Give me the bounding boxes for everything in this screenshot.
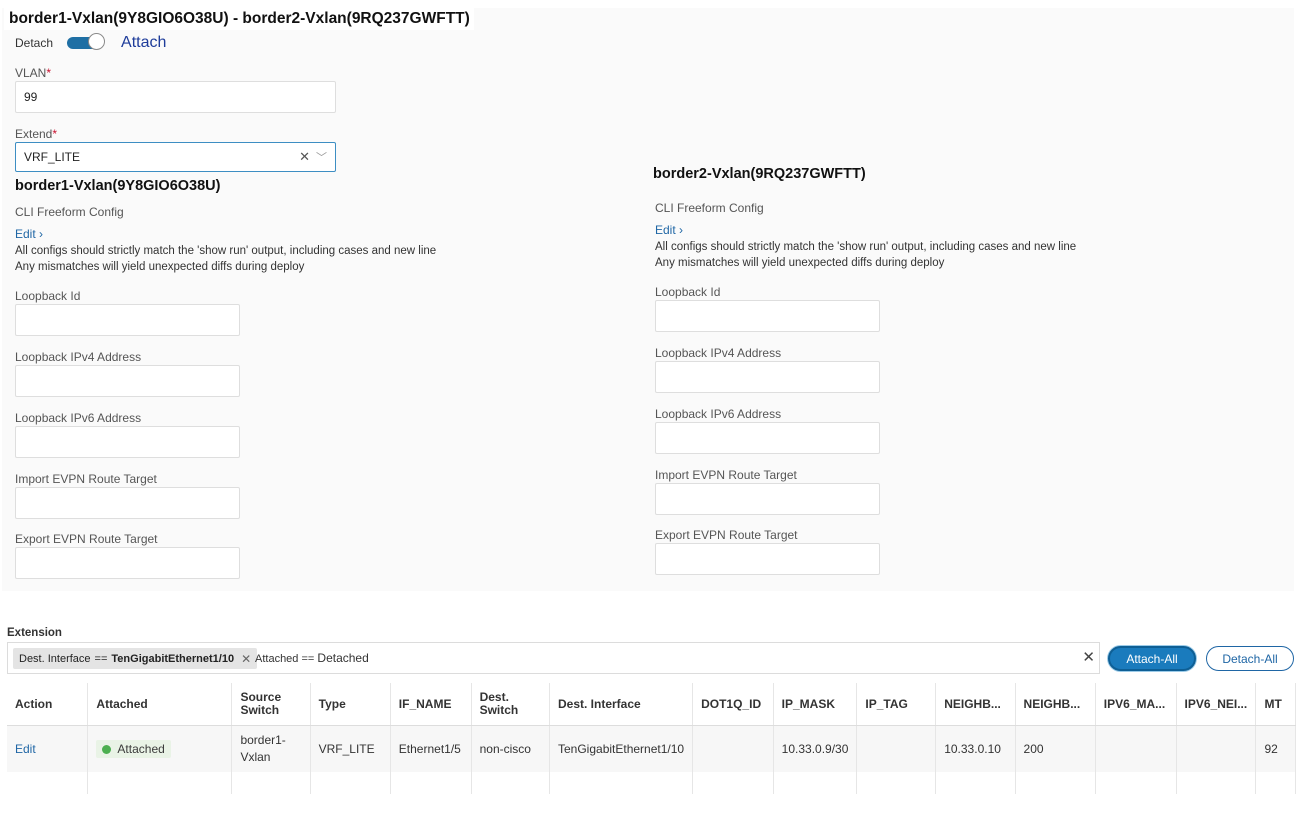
chip-close-icon[interactable]: ✕ — [241, 652, 251, 666]
extension-table: Action Attached Source Switch Type IF_NA… — [7, 683, 1296, 795]
filter-text: Attached == Detached — [255, 651, 369, 665]
cell-ipv6-neighbor — [1176, 725, 1257, 772]
cell-type: VRF_LITE — [310, 725, 391, 772]
attach-toggle-row: Detach Attach — [15, 33, 166, 53]
table-row — [7, 772, 1296, 794]
extend-label: Extend* — [15, 127, 58, 141]
row-edit-link[interactable]: Edit — [15, 742, 36, 756]
table-row: Edit Attached border1-Vxlan VRF_LITE Eth… — [7, 725, 1296, 772]
switch1-note1: All configs should strictly match the 's… — [15, 245, 437, 257]
page-title: border1-Vxlan(9Y8GIO6O38U) - border2-Vxl… — [9, 10, 470, 27]
attach-toggle-switch[interactable] — [67, 33, 106, 50]
cell-dest-interface: TenGigabitEthernet1/10 — [549, 725, 694, 772]
filter-chip[interactable]: Dest. Interface == TenGigabitEthernet1/1… — [13, 648, 258, 669]
switch2-export-rt-input[interactable] — [655, 543, 880, 575]
switch2-cli-label: CLI Freeform Config — [655, 201, 764, 215]
switch2-loopback-ipv6-input[interactable] — [655, 422, 880, 454]
clear-filter-icon[interactable]: ✕ — [1082, 648, 1095, 666]
cell-neighbor-ip: 10.33.0.10 — [935, 725, 1016, 772]
extend-select[interactable]: VRF_LITE ✕ ﹀ — [15, 142, 336, 172]
switch2-import-rt-input[interactable] — [655, 483, 880, 515]
status-dot-icon — [102, 744, 112, 754]
detach-all-button[interactable]: Detach-All — [1206, 646, 1294, 671]
switch1-loopback-id-label: Loopback Id — [15, 289, 81, 303]
switch1-loopback-ipv4-input[interactable] — [15, 365, 240, 397]
switch1-note2: Any mismatches will yield unexpected dif… — [15, 261, 305, 273]
switch2-edit-link[interactable]: Edit › — [655, 223, 683, 237]
switch2-import-rt-label: Import EVPN Route Target — [655, 468, 797, 482]
col-ipv6-neighbor[interactable]: IPV6_NEI... — [1176, 683, 1257, 726]
col-ip-tag[interactable]: IP_TAG — [856, 683, 937, 726]
switch1-edit-link[interactable]: Edit › — [15, 227, 43, 241]
col-neighbor-asn[interactable]: NEIGHB... — [1015, 683, 1096, 726]
switch1-loopback-ipv6-input[interactable] — [15, 426, 240, 458]
switch2-note1: All configs should strictly match the 's… — [655, 241, 1077, 253]
filter-bar[interactable]: Dest. Interface == TenGigabitEthernet1/1… — [7, 642, 1100, 674]
vlan-label: VLAN* — [15, 66, 52, 80]
attach-all-button[interactable]: Attach-All — [1108, 646, 1196, 671]
switch1-title: border1-Vxlan(9Y8GIO6O38U) — [15, 178, 221, 194]
vlan-input[interactable]: 99 — [15, 81, 336, 113]
switch1-import-rt-label: Import EVPN Route Target — [15, 472, 157, 486]
col-dest-switch[interactable]: Dest. Switch — [471, 683, 551, 726]
col-source-switch[interactable]: Source Switch — [231, 683, 311, 726]
detach-label: Detach — [15, 36, 54, 50]
switch2-loopback-ipv6-label: Loopback IPv6 Address — [655, 407, 782, 421]
switch2-title: border2-Vxlan(9RQ237GWFTT) — [653, 166, 866, 182]
switch2-export-rt-label: Export EVPN Route Target — [655, 528, 798, 542]
col-mtu[interactable]: MT — [1255, 683, 1296, 726]
cell-neighbor-asn: 200 — [1015, 725, 1096, 772]
cell-if-name: Ethernet1/5 — [390, 725, 472, 772]
col-neighbor-ip[interactable]: NEIGHB... — [935, 683, 1016, 726]
chevron-right-icon: › — [679, 223, 684, 237]
col-ip-mask[interactable]: IP_MASK — [773, 683, 858, 726]
switch1-import-rt-input[interactable] — [15, 487, 240, 519]
col-dest-interface[interactable]: Dest. Interface — [549, 683, 694, 726]
col-attached[interactable]: Attached — [87, 683, 233, 726]
col-type[interactable]: Type — [310, 683, 391, 726]
switch1-export-rt-label: Export EVPN Route Target — [15, 532, 158, 546]
attach-label: Attach — [121, 34, 167, 51]
switch2-loopback-ipv4-input[interactable] — [655, 361, 880, 393]
switch1-export-rt-input[interactable] — [15, 547, 240, 579]
switch1-loopback-id-input[interactable] — [15, 304, 240, 336]
cell-ip-tag — [856, 725, 937, 772]
col-ipv6-mask[interactable]: IPV6_MA... — [1095, 683, 1177, 726]
cell-dest-switch: non-cisco — [471, 725, 551, 772]
col-dot1q-id[interactable]: DOT1Q_ID — [692, 683, 774, 726]
switch2-note2: Any mismatches will yield unexpected dif… — [655, 257, 945, 269]
cell-ip-mask: 10.33.0.9/30 — [773, 725, 858, 772]
cell-mtu: 92 — [1255, 725, 1296, 772]
cell-source-switch: border1-Vxlan — [231, 725, 311, 772]
chevron-right-icon: › — [39, 227, 44, 241]
col-action[interactable]: Action — [7, 683, 89, 726]
switch1-loopback-ipv4-label: Loopback IPv4 Address — [15, 350, 142, 364]
col-if-name[interactable]: IF_NAME — [390, 683, 472, 726]
switch2-loopback-id-input[interactable] — [655, 300, 880, 332]
switch2-loopback-ipv4-label: Loopback IPv4 Address — [655, 346, 782, 360]
cell-ipv6-mask — [1095, 725, 1177, 772]
close-icon[interactable]: ✕ — [299, 149, 310, 165]
table-header-row: Action Attached Source Switch Type IF_NA… — [7, 683, 1296, 726]
switch1-cli-label: CLI Freeform Config — [15, 205, 124, 219]
cell-dot1q-id — [692, 725, 774, 772]
extension-label: Extension — [7, 627, 62, 639]
switch2-loopback-id-label: Loopback Id — [655, 285, 721, 299]
status-badge: Attached — [96, 740, 171, 758]
chevron-down-icon[interactable]: ﹀ — [316, 149, 327, 165]
switch1-loopback-ipv6-label: Loopback IPv6 Address — [15, 411, 142, 425]
